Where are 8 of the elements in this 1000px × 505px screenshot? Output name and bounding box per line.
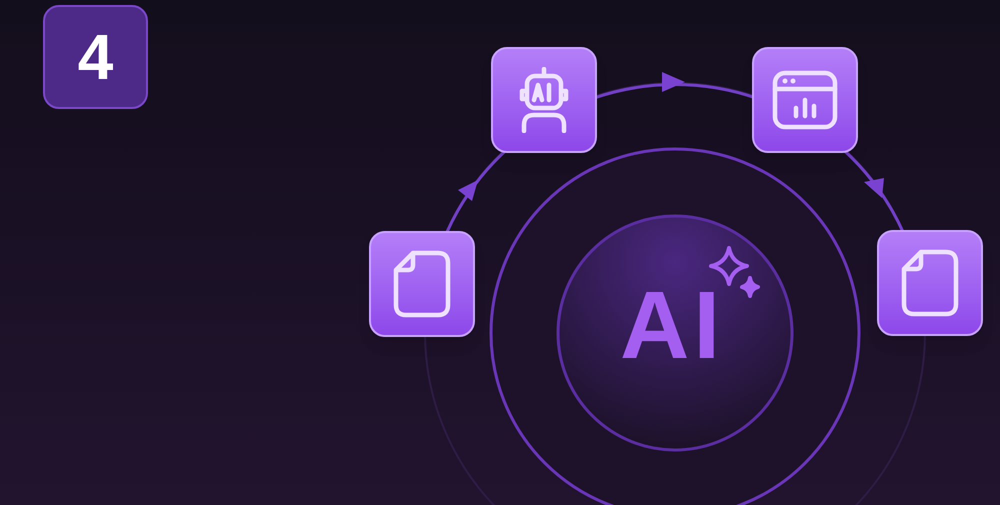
ai-label: AI bbox=[620, 278, 724, 374]
arrowhead-icon bbox=[864, 178, 884, 198]
arrowhead-icon bbox=[662, 72, 685, 92]
dashboard-icon bbox=[772, 70, 838, 130]
document-icon bbox=[901, 249, 959, 317]
arrowhead-icon bbox=[458, 180, 478, 201]
document-icon bbox=[393, 250, 451, 318]
step-number: 4 bbox=[43, 5, 148, 109]
